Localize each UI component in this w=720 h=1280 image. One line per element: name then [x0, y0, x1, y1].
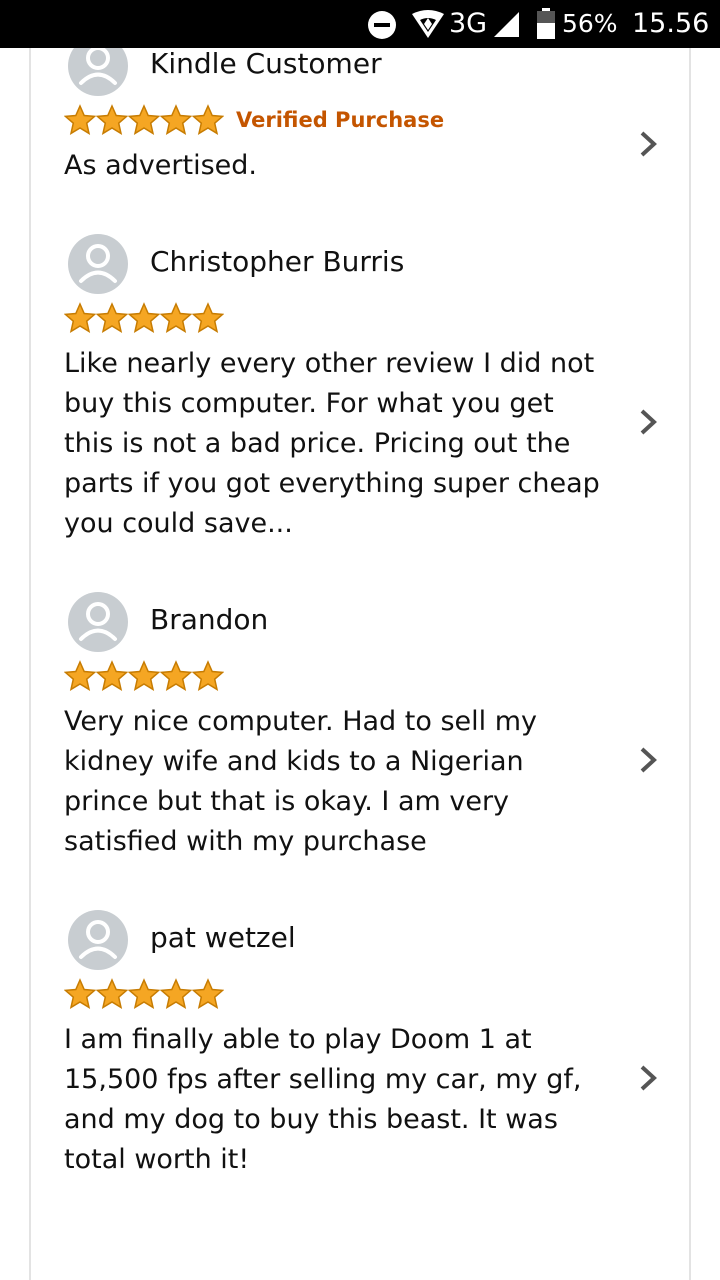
user-icon — [79, 244, 117, 283]
star-icon — [192, 104, 224, 135]
reviewer-name[interactable]: Christopher Burris — [150, 244, 404, 280]
star-icon — [128, 104, 160, 135]
star-icon — [160, 978, 192, 1009]
star-icon — [128, 302, 160, 333]
review-text: I am finally able to play Doom 1 at 15,5… — [64, 1024, 582, 1175]
star-icon — [160, 660, 192, 691]
avatar — [68, 592, 128, 652]
star-rating — [64, 104, 224, 136]
card-border-right — [689, 48, 691, 1280]
chevron-right-icon[interactable] — [636, 408, 660, 436]
star-icon — [128, 978, 160, 1009]
reviewer-name[interactable]: Kindle Customer — [150, 46, 382, 82]
reviewer-name[interactable]: pat wetzel — [150, 920, 296, 956]
battery-icon — [537, 8, 555, 39]
avatar — [68, 234, 128, 294]
chevron-right-icon[interactable] — [636, 130, 660, 158]
review-item[interactable]: pat wetzel I am finally able to play Doo… — [64, 910, 664, 1190]
star-rating — [64, 660, 224, 692]
star-icon — [96, 660, 128, 691]
review-item[interactable]: Brandon Very nice computer. Had to sell … — [64, 592, 664, 872]
review-item[interactable]: Kindle Customer Verified Purchase As adv… — [64, 36, 664, 196]
user-icon — [79, 920, 117, 959]
wifi-icon — [412, 10, 444, 38]
chevron-right-icon[interactable] — [636, 746, 660, 774]
network-type: 3G — [449, 8, 488, 39]
clock: 15.56 — [632, 8, 710, 39]
star-icon — [128, 660, 160, 691]
battery-percent: 56% — [562, 9, 618, 38]
star-icon — [192, 302, 224, 333]
star-icon — [64, 660, 96, 691]
review-text: As advertised. — [64, 150, 257, 181]
star-icon — [192, 978, 224, 1009]
signal-icon — [494, 12, 519, 37]
star-icon — [96, 302, 128, 333]
do-not-disturb-icon — [368, 11, 396, 39]
user-icon — [79, 602, 117, 641]
star-icon — [96, 104, 128, 135]
reviewer-name[interactable]: Brandon — [150, 602, 268, 638]
star-icon — [192, 660, 224, 691]
chevron-right-icon[interactable] — [636, 1064, 660, 1092]
star-icon — [64, 302, 96, 333]
review-item[interactable]: Christopher Burris Like nearly every oth… — [64, 234, 664, 554]
status-bar: 3G 56% 15.56 — [0, 0, 720, 48]
star-icon — [64, 978, 96, 1009]
card-border-left — [29, 48, 31, 1280]
star-icon — [96, 978, 128, 1009]
star-icon — [160, 302, 192, 333]
star-rating — [64, 302, 224, 334]
avatar — [68, 910, 128, 970]
star-icon — [160, 104, 192, 135]
review-text: Like nearly every other review I did not… — [64, 348, 600, 539]
star-icon — [64, 104, 96, 135]
review-text: Very nice computer. Had to sell my kidne… — [64, 706, 538, 857]
star-rating — [64, 978, 224, 1010]
verified-purchase-badge: Verified Purchase — [236, 108, 445, 132]
